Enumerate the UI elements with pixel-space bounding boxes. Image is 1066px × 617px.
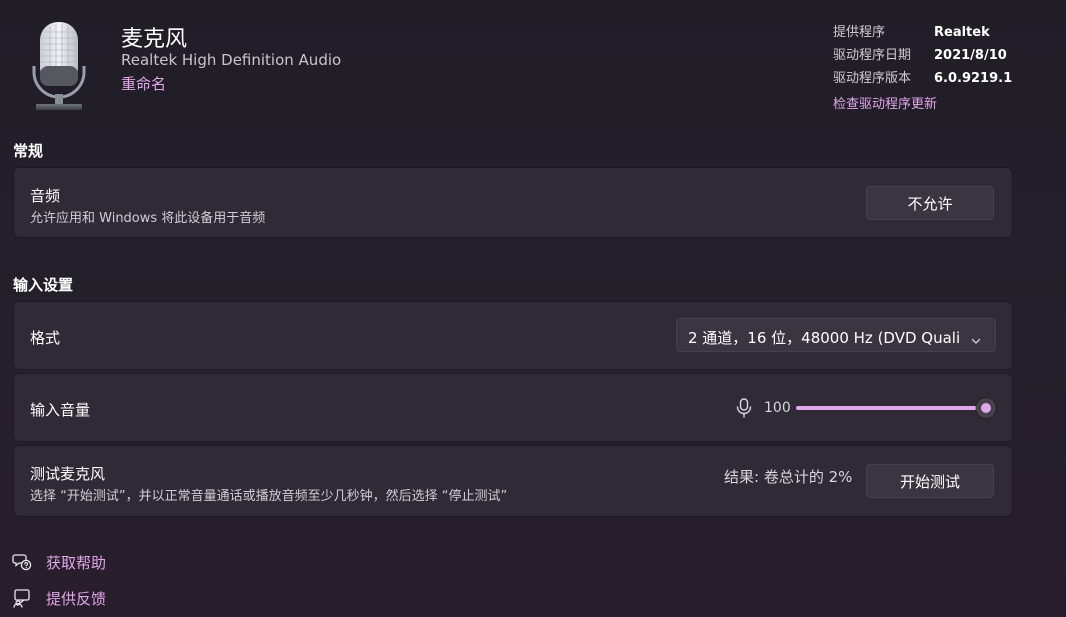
audio-card-description: 允许应用和 Windows 将此设备用于音频 <box>30 211 266 226</box>
driver-version-row: 驱动程序版本 6.0.9219.1 <box>833 69 1033 92</box>
format-dropdown-value: 2 通道，16 位，48000 Hz (DVD Quality) <box>688 329 960 347</box>
driver-info-panel: 提供程序 Realtek 驱动程序日期 2021/8/10 驱动程序版本 6.0… <box>833 23 1033 112</box>
test-mic-description: 选择 “开始测试”，并以正常音量通话或播放音频至少几秒钟，然后选择 “停止测试” <box>30 489 508 504</box>
driver-version-label: 驱动程序版本 <box>833 71 912 86</box>
driver-date-label: 驱动程序日期 <box>833 48 912 63</box>
format-dropdown[interactable]: 2 通道，16 位，48000 Hz (DVD Quality) <box>676 318 996 352</box>
driver-provider-label: 提供程序 <box>833 25 886 40</box>
start-test-button[interactable]: 开始测试 <box>866 464 994 498</box>
format-card-title: 格式 <box>30 329 61 347</box>
input-volume-slider-fill <box>796 406 986 410</box>
disallow-audio-button[interactable]: 不允许 <box>866 186 994 220</box>
audio-card-title: 音频 <box>30 187 61 205</box>
driver-provider-row: 提供程序 Realtek <box>833 23 1033 46</box>
test-mic-title: 测试麦克风 <box>30 465 106 483</box>
test-microphone-card: 测试麦克风 选择 “开始测试”，并以正常音量通话或播放音频至少几秒钟，然后选择 … <box>14 446 1012 516</box>
give-feedback-label: 提供反馈 <box>46 589 107 608</box>
input-volume-slider[interactable] <box>796 398 996 418</box>
input-volume-value: 100 <box>764 400 791 416</box>
device-subtitle: Realtek High Definition Audio <box>121 51 342 69</box>
feedback-icon <box>12 588 32 608</box>
microphone-device-icon <box>30 20 88 114</box>
test-result-text: 结果: 卷总计的 2% <box>724 468 853 486</box>
input-volume-slider-thumb[interactable] <box>976 398 996 418</box>
check-driver-update-link[interactable]: 检查驱动程序更新 <box>833 93 1033 112</box>
driver-provider-value: Realtek <box>934 25 990 40</box>
format-card: 格式 2 通道，16 位，48000 Hz (DVD Quality) <box>14 302 1012 369</box>
section-title-input-settings: 输入设置 <box>13 276 74 294</box>
rename-link[interactable]: 重命名 <box>121 73 166 94</box>
driver-date-value: 2021/8/10 <box>934 48 1007 63</box>
input-volume-card: 输入音量 100 <box>14 374 1012 441</box>
input-volume-title: 输入音量 <box>30 401 91 419</box>
give-feedback-link[interactable]: 提供反馈 <box>12 587 106 609</box>
driver-date-row: 驱动程序日期 2021/8/10 <box>833 46 1033 69</box>
section-title-general: 常规 <box>13 142 44 160</box>
device-title: 麦克风 <box>121 27 188 52</box>
help-chat-icon <box>12 552 32 572</box>
audio-permission-card: 音频 允许应用和 Windows 将此设备用于音频 不允许 <box>14 168 1012 237</box>
get-help-link[interactable]: 获取帮助 <box>12 551 106 573</box>
get-help-label: 获取帮助 <box>46 553 107 572</box>
driver-version-value: 6.0.9219.1 <box>934 71 1013 86</box>
chevron-down-icon <box>971 331 981 344</box>
microphone-icon <box>736 398 752 418</box>
